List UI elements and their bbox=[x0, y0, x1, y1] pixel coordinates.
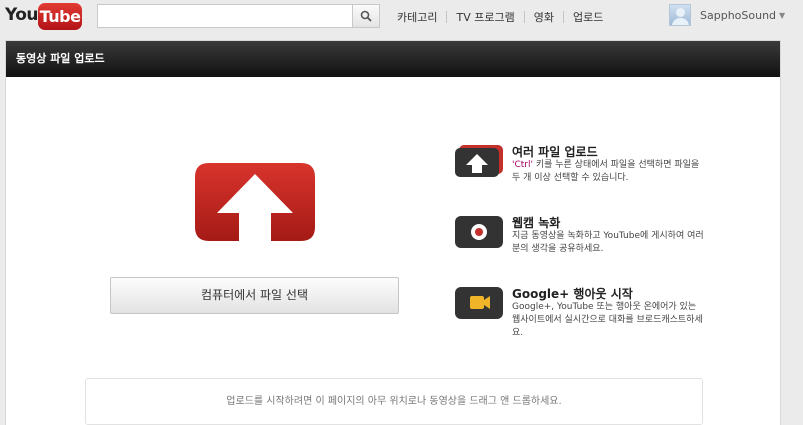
feature-description: 지금 동영상을 녹화하고 YouTube에 게시하여 여러분의 생각을 공유하세… bbox=[512, 231, 704, 254]
user-menu[interactable]: SapphoSound ▼ bbox=[669, 4, 785, 26]
avatar bbox=[669, 4, 691, 26]
feature-title: Google+ 행아웃 시작 bbox=[512, 287, 633, 301]
select-files-button[interactable]: 컴퓨터에서 파일 선택 bbox=[110, 277, 399, 314]
hangout-icon[interactable] bbox=[455, 287, 503, 319]
nav-tv-shows[interactable]: TV 프로그램 bbox=[447, 9, 523, 25]
search-input[interactable] bbox=[98, 5, 352, 27]
feature-description-text: 키를 누른 상태에서 파일을 선택하면 파일을 두 개 이상 선택할 수 있습니… bbox=[512, 160, 700, 183]
nav-categories[interactable]: 카테고리 bbox=[388, 9, 446, 25]
feature-title: 여러 파일 업로드 bbox=[512, 145, 598, 159]
youtube-logo[interactable]: You Tube bbox=[5, 2, 82, 32]
top-bar: You Tube 카테고리 TV 프로그램 영화 업로드 SapphoSound… bbox=[0, 0, 803, 34]
drop-zone[interactable]: 업로드를 시작하려면 이 페이지의 아무 위치로나 동영상을 드래그 앤 드롭하… bbox=[85, 378, 703, 425]
search-icon bbox=[360, 10, 372, 22]
search-box bbox=[97, 4, 380, 28]
webcam-record-icon[interactable] bbox=[455, 216, 503, 248]
top-nav: 카테고리 TV 프로그램 영화 업로드 bbox=[388, 9, 612, 25]
chevron-down-icon: ▼ bbox=[779, 10, 786, 20]
logo-tube-text: Tube bbox=[39, 7, 81, 26]
feature-description: 'Ctrl' 키를 누른 상태에서 파일을 선택하면 파일을 두 개 이상 선택… bbox=[512, 159, 705, 185]
panel-title: 동영상 파일 업로드 bbox=[6, 41, 780, 77]
logo-you-text: You bbox=[5, 5, 39, 25]
user-name: SapphoSound bbox=[700, 8, 777, 22]
nav-movies[interactable]: 영화 bbox=[525, 9, 563, 25]
upload-arrow-icon[interactable] bbox=[195, 163, 315, 241]
multi-upload-icon[interactable] bbox=[455, 145, 503, 177]
nav-upload[interactable]: 업로드 bbox=[564, 9, 612, 25]
feature-description: Google+, YouTube 또는 행아웃 온에어가 있는 웹사이트에서 실… bbox=[512, 302, 703, 338]
search-button[interactable] bbox=[352, 5, 379, 27]
upload-panel: 동영상 파일 업로드 컴퓨터에서 파일 선택 여러 파일 업로드 'Ctrl' … bbox=[5, 40, 781, 425]
ctrl-key-label: 'Ctrl' bbox=[512, 160, 533, 170]
feature-title: 웹캠 녹화 bbox=[512, 216, 561, 230]
logo-tube-box: Tube bbox=[38, 3, 82, 30]
